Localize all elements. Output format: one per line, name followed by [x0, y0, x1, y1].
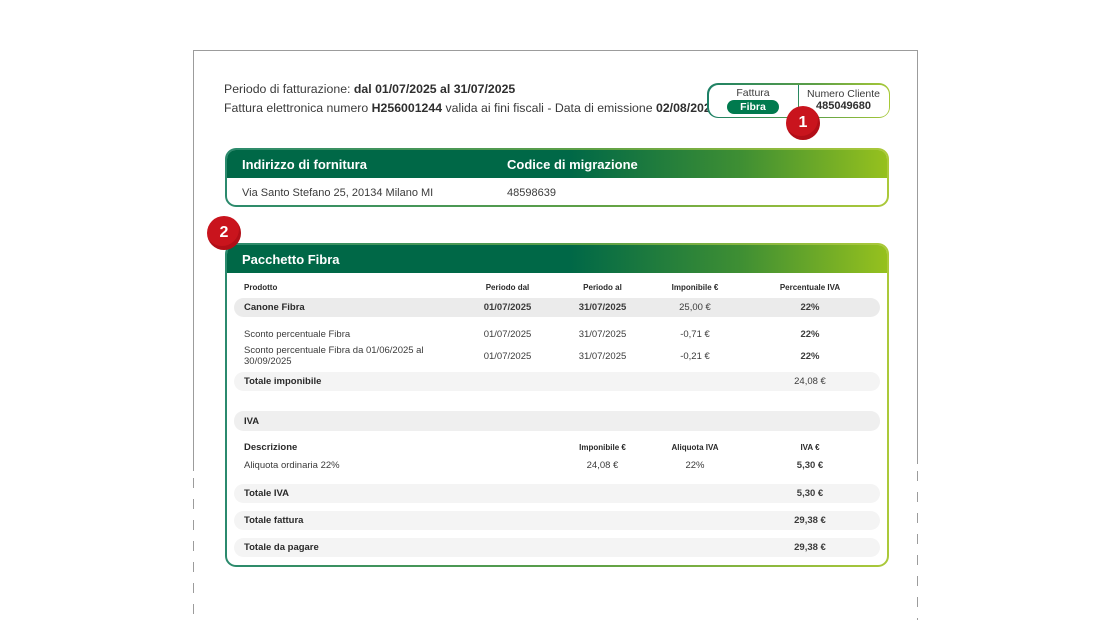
iva-section-band: IVA — [234, 411, 880, 431]
header-iva-rate: Aliquota IVA — [650, 443, 740, 452]
row-product: Sconto percentuale Fibra — [234, 329, 460, 340]
total-label: Totale fattura — [234, 515, 460, 526]
total-invoice-row: Totale fattura 29,38 € — [234, 511, 880, 530]
header-period-from: Periodo dal — [460, 283, 555, 292]
package-card-header-bar: Pacchetto Fibra — [227, 245, 887, 273]
invoice-type-cell: Fattura Fibra — [709, 85, 798, 117]
subtotal-label: Totale imponibile — [234, 376, 460, 387]
annotation-badge-2: 2 — [207, 216, 241, 250]
total-value: 29,38 € — [740, 515, 880, 526]
supply-card-row: Via Santo Stefano 25, 20134 Milano MI 48… — [227, 178, 887, 205]
billing-header: Periodo di fatturazione: dal 01/07/2025 … — [224, 80, 718, 118]
total-value: 5,30 € — [740, 488, 880, 499]
total-value: 29,38 € — [740, 542, 880, 553]
total-due-row: Totale da pagare 29,38 € — [234, 538, 880, 557]
table-row-canone: Canone Fibra 01/07/2025 31/07/2025 25,00… — [234, 298, 880, 317]
row-product: Canone Fibra — [234, 302, 460, 313]
row-period-from: 01/07/2025 — [460, 351, 555, 362]
migration-code-header: Codice di migrazione — [507, 157, 638, 172]
row-period-to: 31/07/2025 — [555, 329, 650, 340]
total-iva-row: Totale IVA 5,30 € — [234, 484, 880, 503]
migration-code-value: 48598639 — [507, 187, 556, 199]
einvoice-prefix: Fattura elettronica numero — [224, 101, 372, 115]
package-title: Pacchetto Fibra — [242, 252, 340, 267]
row-period-from: 01/07/2025 — [460, 329, 555, 340]
row-vat: 22% — [740, 302, 880, 313]
subtotal-row: Totale imponibile 24,08 € — [234, 372, 880, 391]
subtotal-value: 24,08 € — [740, 376, 880, 387]
fibra-pill: Fibra — [727, 100, 779, 114]
annotation-badge-1: 1 — [786, 106, 820, 140]
row-period-to: 31/07/2025 — [555, 351, 650, 362]
total-label: Totale da pagare — [234, 542, 460, 553]
row-period-to: 31/07/2025 — [555, 302, 650, 313]
header-iva-taxable: Imponibile € — [555, 443, 650, 452]
supply-card-header-bar: Indirizzo di fornitura Codice di migrazi… — [227, 150, 887, 178]
iva-rate: 22% — [650, 460, 740, 471]
billing-period-label: Periodo di fatturazione: — [224, 82, 354, 96]
iva-amount: 5,30 € — [740, 460, 880, 471]
page-border-left — [193, 50, 194, 471]
page-border-right — [917, 50, 918, 464]
package-table: Prodotto Periodo dal Periodo al Imponibi… — [227, 280, 887, 557]
header-description: Descrizione — [234, 442, 555, 453]
page-border-right-dashed — [917, 471, 918, 620]
total-label: Totale IVA — [234, 488, 460, 499]
client-number-value: 485049680 — [816, 100, 871, 113]
iva-row: Aliquota ordinaria 22% 24,08 € 22% 5,30 … — [234, 456, 880, 475]
page-border-top — [193, 50, 917, 51]
invoice-page: Periodo di fatturazione: dal 01/07/2025 … — [193, 50, 917, 618]
supply-address-header: Indirizzo di fornitura — [242, 157, 367, 172]
row-vat: 22% — [740, 351, 880, 362]
header-period-to: Periodo al — [555, 283, 650, 292]
table-header-row: Prodotto Periodo dal Periodo al Imponibi… — [234, 280, 880, 295]
row-product: Sconto percentuale Fibra da 01/06/2025 a… — [234, 345, 460, 367]
row-amount: 25,00 € — [650, 302, 740, 313]
iva-taxable: 24,08 € — [555, 460, 650, 471]
row-vat: 22% — [740, 329, 880, 340]
einvoice-middle: valida ai fini fiscali - Data di emissio… — [442, 101, 656, 115]
supply-card: Indirizzo di fornitura Codice di migrazi… — [225, 148, 889, 207]
row-amount: -0,71 € — [650, 329, 740, 340]
row-amount: -0,21 € — [650, 351, 740, 362]
einvoice-number: H256001244 — [372, 101, 442, 115]
header-iva-amount: IVA € — [740, 443, 880, 452]
iva-description: Aliquota ordinaria 22% — [234, 460, 555, 471]
einvoice-line: Fattura elettronica numero H256001244 va… — [224, 99, 718, 118]
billing-period-line: Periodo di fatturazione: dal 01/07/2025 … — [224, 80, 718, 99]
table-row-discount-1: Sconto percentuale Fibra 01/07/2025 31/0… — [234, 324, 880, 345]
page-border-left-dashed — [193, 478, 194, 620]
client-number-label: Numero Cliente — [807, 88, 880, 100]
invoice-type-label: Fattura — [736, 87, 769, 99]
annotated-invoice-figure: Periodo di fatturazione: dal 01/07/2025 … — [0, 0, 1113, 640]
row-period-from: 01/07/2025 — [460, 302, 555, 313]
billing-period-value: dal 01/07/2025 al 31/07/2025 — [354, 82, 515, 96]
header-product: Prodotto — [234, 283, 460, 292]
package-card: Pacchetto Fibra Prodotto Periodo dal Per… — [225, 243, 889, 567]
supply-address-value: Via Santo Stefano 25, 20134 Milano MI — [242, 187, 433, 199]
iva-header-row: Descrizione Imponibile € Aliquota IVA IV… — [234, 438, 880, 456]
table-row-discount-2: Sconto percentuale Fibra da 01/06/2025 a… — [234, 345, 880, 366]
header-taxable: Imponibile € — [650, 283, 740, 292]
header-vat-pct: Percentuale IVA — [740, 283, 880, 292]
